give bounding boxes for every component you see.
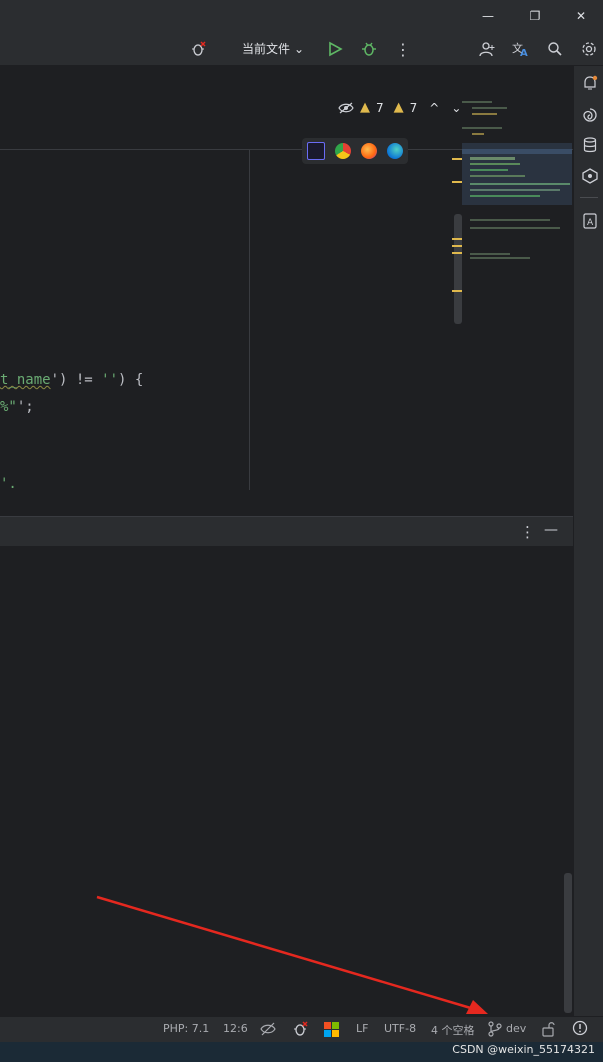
debug-icon[interactable] [358,38,380,60]
right-margin-guide [249,150,250,490]
error-icon: ▲ [360,100,370,115]
bug-disabled-icon[interactable] [187,38,209,60]
code-line: %"'; [0,399,34,415]
close-button[interactable]: ✕ [559,0,603,32]
run-icon[interactable] [324,38,346,60]
error-count: 7 [376,100,384,115]
watermark: CSDN @weixin_55174321 [452,1043,595,1056]
svg-text:A: A [587,218,594,228]
code-line: t_name') != '') { [0,372,144,388]
code-line: '. [0,476,17,490]
search-icon[interactable] [544,38,566,60]
copilot-icon[interactable] [581,167,599,185]
inspection-widget[interactable]: ▲ 7 ▲ 7 ^ ⌄ [338,100,461,115]
warning-stripe[interactable] [452,181,462,183]
warning-stripe[interactable] [452,252,462,254]
tool-window-scrollbar[interactable] [564,873,572,1013]
indent-settings[interactable]: 4 个空格 [431,1022,475,1038]
warning-stripe[interactable] [452,290,462,292]
tool-window-hide-button[interactable]: — [544,522,558,538]
warning-stripe[interactable] [452,238,462,240]
browser-popup [302,138,408,164]
git-branch[interactable]: dev [506,1022,526,1035]
tool-window-options-icon[interactable]: ⋮ [520,523,535,541]
more-icon[interactable]: ⋮ [392,38,414,60]
tool-window-content[interactable] [0,546,573,1016]
phpstorm-icon[interactable] [307,142,325,160]
editor-scrollbar[interactable] [454,214,462,324]
tool-window-header: ⋮ — [0,516,573,547]
restore-button[interactable]: ❐ [513,0,557,32]
line-separator[interactable]: LF [356,1022,368,1035]
title-bar: — ❐ ✕ [0,0,603,32]
windows-logo-icon[interactable] [324,1022,339,1037]
warning-stripe[interactable] [452,158,462,160]
status-bar: PHP: 7.1 12:6 LF UTF-8 4 个空格 dev [0,1016,603,1043]
settings-icon[interactable] [578,38,600,60]
warning-stripe[interactable] [452,245,462,247]
git-branch-icon[interactable] [488,1021,502,1037]
add-user-icon[interactable] [476,38,498,60]
right-tool-strip: A [573,66,603,1016]
run-config-selector[interactable]: 当前文件 ⌄ [242,40,304,57]
next-highlight-button[interactable]: ⌄ [451,101,461,115]
file-encoding[interactable]: UTF-8 [384,1022,416,1035]
font-preview-icon[interactable]: A [581,212,599,230]
eye-hidden-icon[interactable] [338,102,354,114]
php-language-level[interactable]: PHP: 7.1 [163,1022,209,1035]
notifications-icon[interactable] [581,74,599,92]
edge-icon[interactable] [387,143,403,159]
chevron-down-icon: ⌄ [294,41,305,56]
unlock-icon[interactable] [542,1021,556,1037]
run-config-label: 当前文件 [242,42,291,56]
ai-assistant-icon[interactable] [581,106,599,124]
minimize-button[interactable]: — [466,0,510,32]
translate-icon[interactable]: 文A [510,38,532,60]
separator [580,197,598,198]
chrome-icon[interactable] [335,143,351,159]
bug-disabled-icon[interactable] [292,1021,308,1037]
main-toolbar: 当前文件 ⌄ ⋮ 文A [0,32,603,66]
database-icon[interactable] [581,136,599,154]
power-save-icon[interactable] [260,1022,276,1036]
svg-text:A: A [520,48,528,57]
warning-count: 7 [409,100,418,115]
warning-icon: ▲ [393,100,404,115]
previous-highlight-button[interactable]: ^ [429,101,439,115]
firefox-icon[interactable] [361,143,377,159]
code-minimap[interactable] [462,93,572,325]
problems-icon[interactable] [572,1020,588,1036]
caret-position[interactable]: 12:6 [223,1022,248,1035]
